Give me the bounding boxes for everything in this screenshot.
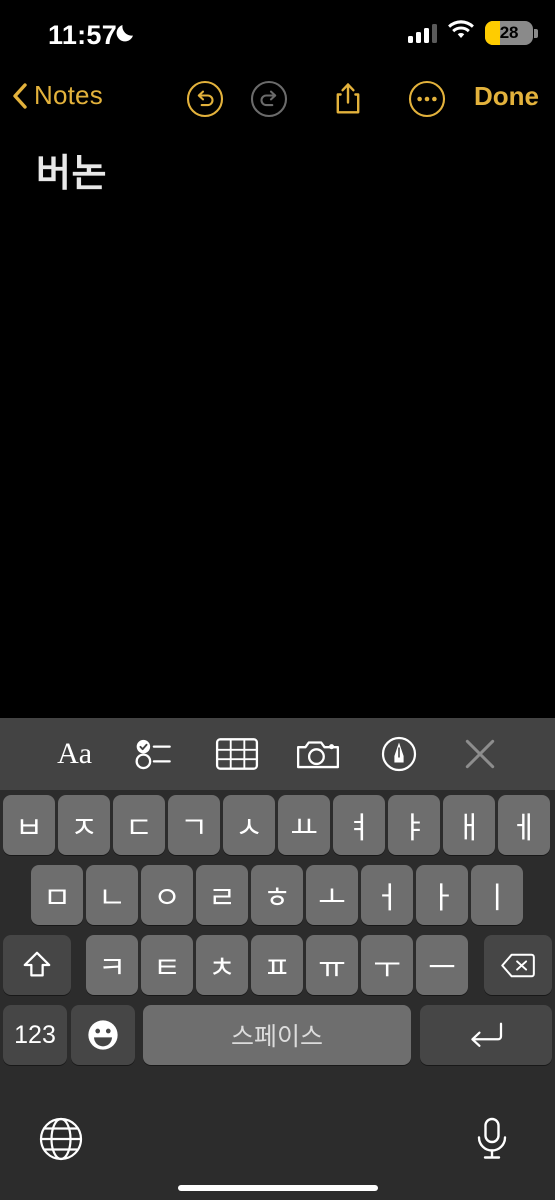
globe-icon[interactable] [38, 1116, 84, 1162]
key-space[interactable]: 스페이스 [143, 1005, 411, 1065]
key-eu[interactable]: ㅡ [416, 935, 468, 995]
shift-arrow-icon [21, 949, 53, 981]
format-text-icon[interactable]: Aa [51, 732, 99, 776]
key-e[interactable]: ㅔ [498, 795, 550, 855]
share-icon[interactable] [328, 79, 368, 119]
note-editor[interactable]: 버논 [0, 130, 555, 718]
status-indicators: 28 [408, 20, 538, 46]
keyboard-bottom-bar [0, 1100, 555, 1200]
wifi-icon [447, 20, 475, 46]
return-arrow-icon [467, 1020, 505, 1050]
key-u[interactable]: ㅜ [361, 935, 413, 995]
key-chieut[interactable]: ㅊ [196, 935, 248, 995]
microphone-icon[interactable] [471, 1116, 517, 1162]
key-yo[interactable]: ㅛ [278, 795, 330, 855]
key-i[interactable]: ㅣ [471, 865, 523, 925]
key-pieup[interactable]: ㅍ [251, 935, 303, 995]
korean-keyboard: Aa ㅂ ㅈ ㄷ ㄱ ㅅ ㅛ ㅕ ㅑ ㅐ ㅔ ㅁ ㄴ ㅇ ㄹ ㅎ ㅗ ㅓ ㅏ ㅣ… [0, 718, 555, 1200]
key-emoji[interactable] [71, 1005, 135, 1065]
key-digeut[interactable]: ㄷ [113, 795, 165, 855]
key-bieup[interactable]: ㅂ [3, 795, 55, 855]
redo-circle-icon[interactable] [249, 79, 289, 119]
markup-pen-icon[interactable] [375, 732, 423, 776]
notes-keyboard-toolbar: Aa [0, 718, 555, 790]
key-ya[interactable]: ㅑ [388, 795, 440, 855]
home-indicator[interactable] [177, 1185, 378, 1191]
key-backspace[interactable] [484, 935, 552, 995]
status-time: 11:57 [48, 20, 118, 50]
table-icon[interactable] [213, 732, 261, 776]
emoji-smiley-icon [86, 1018, 120, 1052]
key-jieut[interactable]: ㅈ [58, 795, 110, 855]
keyboard-row-1: ㅂ ㅈ ㄷ ㄱ ㅅ ㅛ ㅕ ㅑ ㅐ ㅔ [0, 790, 555, 860]
ellipsis-circle-icon[interactable] [407, 79, 447, 119]
keyboard-rows: ㅂ ㅈ ㄷ ㄱ ㅅ ㅛ ㅕ ㅑ ㅐ ㅔ ㅁ ㄴ ㅇ ㄹ ㅎ ㅗ ㅓ ㅏ ㅣ ㅋ … [0, 790, 555, 1070]
key-numbers[interactable]: 123 [3, 1005, 67, 1065]
navigation-bar: Notes Done [0, 72, 555, 127]
note-title[interactable]: 버논 [36, 142, 107, 197]
back-label: Notes [34, 80, 103, 110]
key-eo[interactable]: ㅓ [361, 865, 413, 925]
format-text-label: Aa [57, 737, 93, 770]
key-a[interactable]: ㅏ [416, 865, 468, 925]
notes-app-screen: 11:57 28 Notes Done 버논 Aa ㅂ ㅈ ㄷ ㄱ ㅅ ㅛ ㅕ … [0, 0, 555, 1200]
key-tieut[interactable]: ㅌ [141, 935, 193, 995]
status-bar: 11:57 28 [0, 0, 555, 70]
battery-indicator: 28 [485, 21, 538, 45]
key-rieul[interactable]: ㄹ [196, 865, 248, 925]
keyboard-row-3: ㅋ ㅌ ㅊ ㅍ ㅠ ㅜ ㅡ [0, 930, 555, 1000]
back-to-notes-button[interactable]: Notes [12, 80, 103, 111]
key-ae[interactable]: ㅐ [443, 795, 495, 855]
keyboard-row-2: ㅁ ㄴ ㅇ ㄹ ㅎ ㅗ ㅓ ㅏ ㅣ [0, 860, 555, 930]
backspace-icon [500, 952, 536, 979]
key-siot[interactable]: ㅅ [223, 795, 275, 855]
cellular-bars-icon [408, 23, 437, 43]
key-o[interactable]: ㅗ [306, 865, 358, 925]
done-button[interactable]: Done [474, 81, 539, 112]
keyboard-row-4: 123 스페이스 [0, 1000, 555, 1070]
crescent-moon-icon [113, 21, 137, 45]
key-hieut[interactable]: ㅎ [251, 865, 303, 925]
chevron-left-icon [12, 82, 28, 109]
key-yeo[interactable]: ㅕ [333, 795, 385, 855]
camera-icon[interactable] [294, 732, 342, 776]
battery-percent: 28 [499, 23, 519, 42]
key-yu[interactable]: ㅠ [306, 935, 358, 995]
close-icon[interactable] [456, 732, 504, 776]
key-return[interactable] [420, 1005, 552, 1065]
key-giyeok[interactable]: ㄱ [168, 795, 220, 855]
undo-circle-icon[interactable] [185, 79, 225, 119]
key-mieum[interactable]: ㅁ [31, 865, 83, 925]
key-shift[interactable] [3, 935, 71, 995]
key-ieung[interactable]: ㅇ [141, 865, 193, 925]
key-nieun[interactable]: ㄴ [86, 865, 138, 925]
key-kieuk[interactable]: ㅋ [86, 935, 138, 995]
checklist-icon[interactable] [132, 732, 180, 776]
